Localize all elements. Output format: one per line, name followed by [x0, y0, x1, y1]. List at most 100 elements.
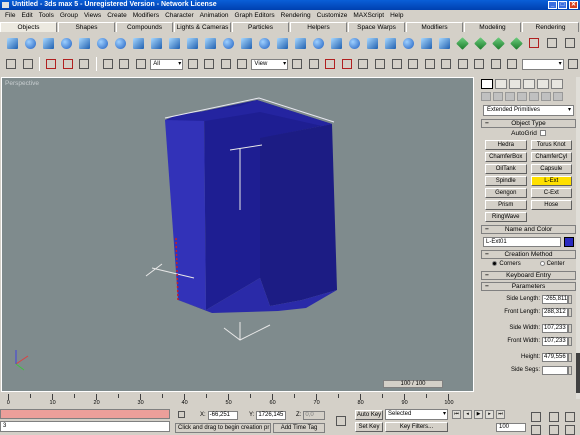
motion-tab-icon[interactable]: [523, 79, 535, 89]
menu-customize[interactable]: Customize: [314, 10, 351, 21]
prism-button[interactable]: Prism: [485, 200, 527, 210]
box-icon[interactable]: [4, 35, 20, 51]
side-width-input[interactable]: 107,233: [542, 323, 568, 333]
side-segs-input[interactable]: [542, 365, 568, 375]
oiltank-icon[interactable]: [238, 35, 254, 51]
modify-tab-icon[interactable]: [495, 79, 507, 89]
add-time-tag-button[interactable]: Add Time Tag: [273, 423, 325, 433]
object-color-swatch[interactable]: [564, 237, 574, 247]
command-panel-scrollbar[interactable]: [576, 77, 580, 399]
snap-icon[interactable]: [323, 56, 338, 72]
front-width-spinner[interactable]: [568, 336, 572, 346]
go-to-end-icon[interactable]: ⏭: [496, 410, 505, 419]
set-key-button[interactable]: Set Key: [355, 422, 383, 432]
l-ext-button[interactable]: L-Ext: [530, 176, 572, 186]
current-frame-field[interactable]: 100: [496, 423, 526, 432]
gengon-button[interactable]: Gengon: [485, 188, 527, 198]
reference-coord-dropdown[interactable]: View: [251, 58, 289, 70]
cext-icon[interactable]: [382, 35, 398, 51]
torus-icon[interactable]: [58, 35, 74, 51]
height-input[interactable]: 479,556: [542, 352, 568, 362]
menu-graph-editors[interactable]: Graph Editors: [232, 10, 278, 21]
percent-snap-icon[interactable]: [356, 56, 371, 72]
helpers-icon[interactable]: [529, 92, 539, 101]
pivot-center-icon[interactable]: [290, 56, 305, 72]
maxscript-command-line[interactable]: 3: [0, 421, 170, 432]
plane-icon[interactable]: [166, 35, 182, 51]
compound-icon[interactable]: [490, 35, 506, 51]
undo-icon[interactable]: [4, 56, 19, 72]
front-length-input[interactable]: 288,312: [542, 307, 568, 317]
parameters-rollout[interactable]: Parameters: [481, 282, 576, 292]
side-length-input[interactable]: -265,811: [542, 294, 568, 304]
ringwave-button[interactable]: RingWave: [485, 212, 527, 222]
prism-icon[interactable]: [292, 35, 308, 51]
spacewarps-icon[interactable]: [541, 92, 551, 101]
creation-method-rollout[interactable]: Creation Method: [481, 250, 576, 259]
geometry-icon[interactable]: [481, 92, 491, 101]
settings-icon[interactable]: [562, 35, 578, 51]
tab-modeling[interactable]: Modeling: [464, 22, 521, 32]
select-move-icon[interactable]: [202, 56, 217, 72]
close-button[interactable]: ✕: [569, 1, 578, 9]
tab-modifiers[interactable]: Modifiers: [406, 22, 463, 32]
menu-file[interactable]: File: [2, 10, 18, 21]
front-width-input[interactable]: 107,233: [542, 336, 568, 346]
spindle-icon[interactable]: [256, 35, 272, 51]
side-segs-spinner[interactable]: [568, 365, 572, 375]
systems-icon[interactable]: [553, 92, 563, 101]
lext-icon[interactable]: [364, 35, 380, 51]
schematic-view-icon[interactable]: [455, 56, 470, 72]
height-spinner[interactable]: [568, 352, 572, 362]
menu-maxscript[interactable]: MAXScript: [350, 10, 387, 21]
tab-shapes[interactable]: Shapes: [58, 22, 115, 32]
z-coord-field[interactable]: 0,0: [303, 410, 326, 420]
torus-knot-button[interactable]: Torus Knot: [530, 140, 572, 150]
menu-help[interactable]: Help: [387, 10, 406, 21]
tab-objects[interactable]: Objects: [0, 22, 57, 32]
play-icon[interactable]: ▶: [474, 410, 483, 419]
menu-modifiers[interactable]: Modifiers: [130, 10, 162, 21]
ik-icon[interactable]: [544, 35, 560, 51]
hedra-icon[interactable]: [202, 35, 218, 51]
shapes-icon[interactable]: [493, 92, 503, 101]
tab-particles[interactable]: Particles: [232, 22, 289, 32]
lights-icon[interactable]: [505, 92, 515, 101]
render-scene-icon[interactable]: [488, 56, 503, 72]
cone-icon[interactable]: [94, 35, 110, 51]
side-width-spinner[interactable]: [568, 323, 572, 333]
previous-frame-icon[interactable]: ◂: [463, 410, 472, 419]
chamfercyl-button[interactable]: ChamferCyl: [530, 152, 572, 162]
oiltank-button[interactable]: OilTank: [485, 164, 527, 174]
hose-icon[interactable]: [418, 35, 434, 51]
menu-edit[interactable]: Edit: [18, 10, 35, 21]
cameras-icon[interactable]: [517, 92, 527, 101]
menu-animation[interactable]: Animation: [197, 10, 232, 21]
hose-button[interactable]: Hose: [530, 200, 572, 210]
minimize-button[interactable]: _: [548, 1, 557, 9]
field-of-view-icon[interactable]: [528, 422, 544, 435]
track-bar[interactable]: 0 10 20 30 40 50 60 70 80 90 100: [0, 393, 476, 409]
grid-icon[interactable]: [184, 35, 200, 51]
time-slider-counter[interactable]: 100 / 100: [383, 380, 443, 388]
window-crossing-icon[interactable]: [185, 56, 200, 72]
menu-group[interactable]: Group: [57, 10, 81, 21]
teapot-icon[interactable]: [76, 35, 92, 51]
capsule-button[interactable]: Capsule: [530, 164, 572, 174]
tube-icon[interactable]: [130, 35, 146, 51]
perspective-viewport[interactable]: Perspective 100 / 100: [1, 77, 474, 392]
nurbs-icon[interactable]: [472, 35, 488, 51]
align-icon[interactable]: [406, 56, 421, 72]
curve-editor-icon[interactable]: [439, 56, 454, 72]
tab-compounds[interactable]: Compounds: [116, 22, 173, 32]
create-tab-icon[interactable]: [481, 79, 493, 89]
quick-render-icon[interactable]: [505, 56, 520, 72]
chamferbox-icon[interactable]: [220, 35, 236, 51]
side-length-spinner[interactable]: [568, 294, 572, 304]
patch-icon[interactable]: [436, 35, 452, 51]
menu-tools[interactable]: Tools: [36, 10, 57, 21]
mesh-icon[interactable]: [454, 35, 470, 51]
object-type-rollout[interactable]: Object Type: [481, 119, 576, 128]
chamferbox-button[interactable]: ChamferBox: [485, 152, 527, 162]
key-filters-button[interactable]: Key Filters...: [385, 422, 448, 432]
